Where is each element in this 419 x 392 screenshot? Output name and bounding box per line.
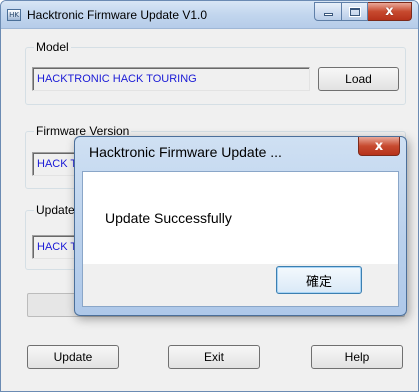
dialog-close-button[interactable]: x	[358, 137, 400, 156]
update-button[interactable]: Update	[27, 345, 119, 369]
model-group: Model HACKTRONIC HACK TOURING Load	[25, 40, 406, 105]
maximize-icon	[348, 6, 361, 17]
model-group-label: Model	[34, 40, 71, 54]
dialog-title: Hacktronic Firmware Update ...	[89, 144, 282, 160]
close-icon: x	[374, 138, 384, 154]
maximize-button[interactable]	[342, 2, 368, 21]
dialog-content: Update Successfully	[83, 172, 398, 264]
title-bar[interactable]: HK Hacktronic Firmware Update V1.0 x	[1, 1, 418, 29]
window-title: Hacktronic Firmware Update V1.0	[27, 8, 208, 22]
minimize-icon	[323, 13, 333, 16]
model-field[interactable]: HACKTRONIC HACK TOURING	[32, 67, 310, 91]
help-button[interactable]: Help	[311, 345, 403, 369]
caption-buttons: x	[314, 2, 412, 21]
message-dialog: Hacktronic Firmware Update ... x Update …	[74, 136, 407, 316]
exit-button[interactable]: Exit	[168, 345, 260, 369]
minimize-button[interactable]	[314, 2, 342, 21]
close-button[interactable]: x	[368, 2, 412, 21]
close-icon: x	[385, 4, 394, 19]
app-icon: HK	[7, 9, 21, 21]
dialog-body: Update Successfully 確定	[82, 171, 399, 307]
load-button[interactable]: Load	[318, 67, 399, 91]
ok-button[interactable]: 確定	[276, 266, 362, 294]
dialog-message: Update Successfully	[105, 210, 232, 226]
